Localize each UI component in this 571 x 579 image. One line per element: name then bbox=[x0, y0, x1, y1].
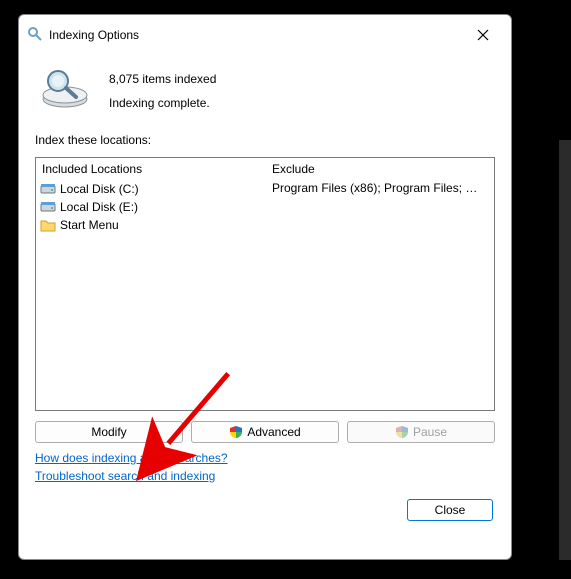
location-label: Local Disk (E:) bbox=[60, 200, 138, 214]
advanced-label: Advanced bbox=[247, 425, 300, 439]
titlebar: Indexing Options bbox=[19, 15, 511, 53]
content-area: 8,075 items indexed Indexing complete. I… bbox=[19, 53, 511, 559]
exclude-header: Exclude bbox=[266, 158, 494, 180]
pause-label: Pause bbox=[413, 425, 447, 439]
disk-icon bbox=[40, 199, 56, 215]
close-footer-button[interactable]: Close bbox=[407, 499, 493, 521]
location-row[interactable]: Local Disk (E:) bbox=[38, 198, 264, 216]
advanced-button[interactable]: Advanced bbox=[191, 421, 339, 443]
items-indexed-count: 8,075 items indexed bbox=[109, 67, 216, 91]
disk-icon bbox=[40, 181, 56, 197]
troubleshoot-link[interactable]: Troubleshoot search and indexing bbox=[35, 469, 215, 483]
included-header: Included Locations bbox=[36, 158, 266, 180]
locations-list: Included Locations Local Disk (C:) Local … bbox=[35, 157, 495, 411]
location-row[interactable]: Start Menu bbox=[38, 216, 264, 234]
shield-icon bbox=[395, 425, 409, 439]
status-text: 8,075 items indexed Indexing complete. bbox=[109, 63, 216, 115]
indexing-options-dialog: Indexing Options 8,075 items indexed bbox=[18, 14, 512, 560]
how-indexing-link[interactable]: How does indexing affect searches? bbox=[35, 451, 228, 465]
close-icon bbox=[477, 29, 489, 41]
status-row: 8,075 items indexed Indexing complete. bbox=[31, 55, 499, 129]
indexing-state: Indexing complete. bbox=[109, 91, 216, 115]
shield-icon bbox=[229, 425, 243, 439]
close-button[interactable] bbox=[463, 21, 503, 49]
window-title: Indexing Options bbox=[49, 28, 457, 42]
folder-icon bbox=[40, 217, 56, 233]
included-column: Included Locations Local Disk (C:) Local … bbox=[36, 158, 266, 410]
exclude-column: Exclude Program Files (x86); Program Fil… bbox=[266, 158, 494, 410]
location-label: Start Menu bbox=[60, 218, 119, 232]
location-label: Local Disk (C:) bbox=[60, 182, 139, 196]
button-row: Modify Advanced Pause bbox=[31, 415, 499, 445]
pause-button: Pause bbox=[347, 421, 495, 443]
indexing-icon bbox=[27, 26, 43, 45]
modify-label: Modify bbox=[91, 425, 126, 439]
magnifier-disk-icon bbox=[35, 63, 95, 111]
help-links: How does indexing affect searches? Troub… bbox=[31, 445, 499, 483]
footer-row: Close bbox=[31, 483, 499, 525]
modify-button[interactable]: Modify bbox=[35, 421, 183, 443]
location-row[interactable]: Local Disk (C:) bbox=[38, 180, 264, 198]
locations-label: Index these locations: bbox=[31, 129, 499, 151]
exclude-row[interactable]: Program Files (x86); Program Files; Prog… bbox=[268, 180, 488, 196]
background-edge bbox=[559, 140, 571, 560]
